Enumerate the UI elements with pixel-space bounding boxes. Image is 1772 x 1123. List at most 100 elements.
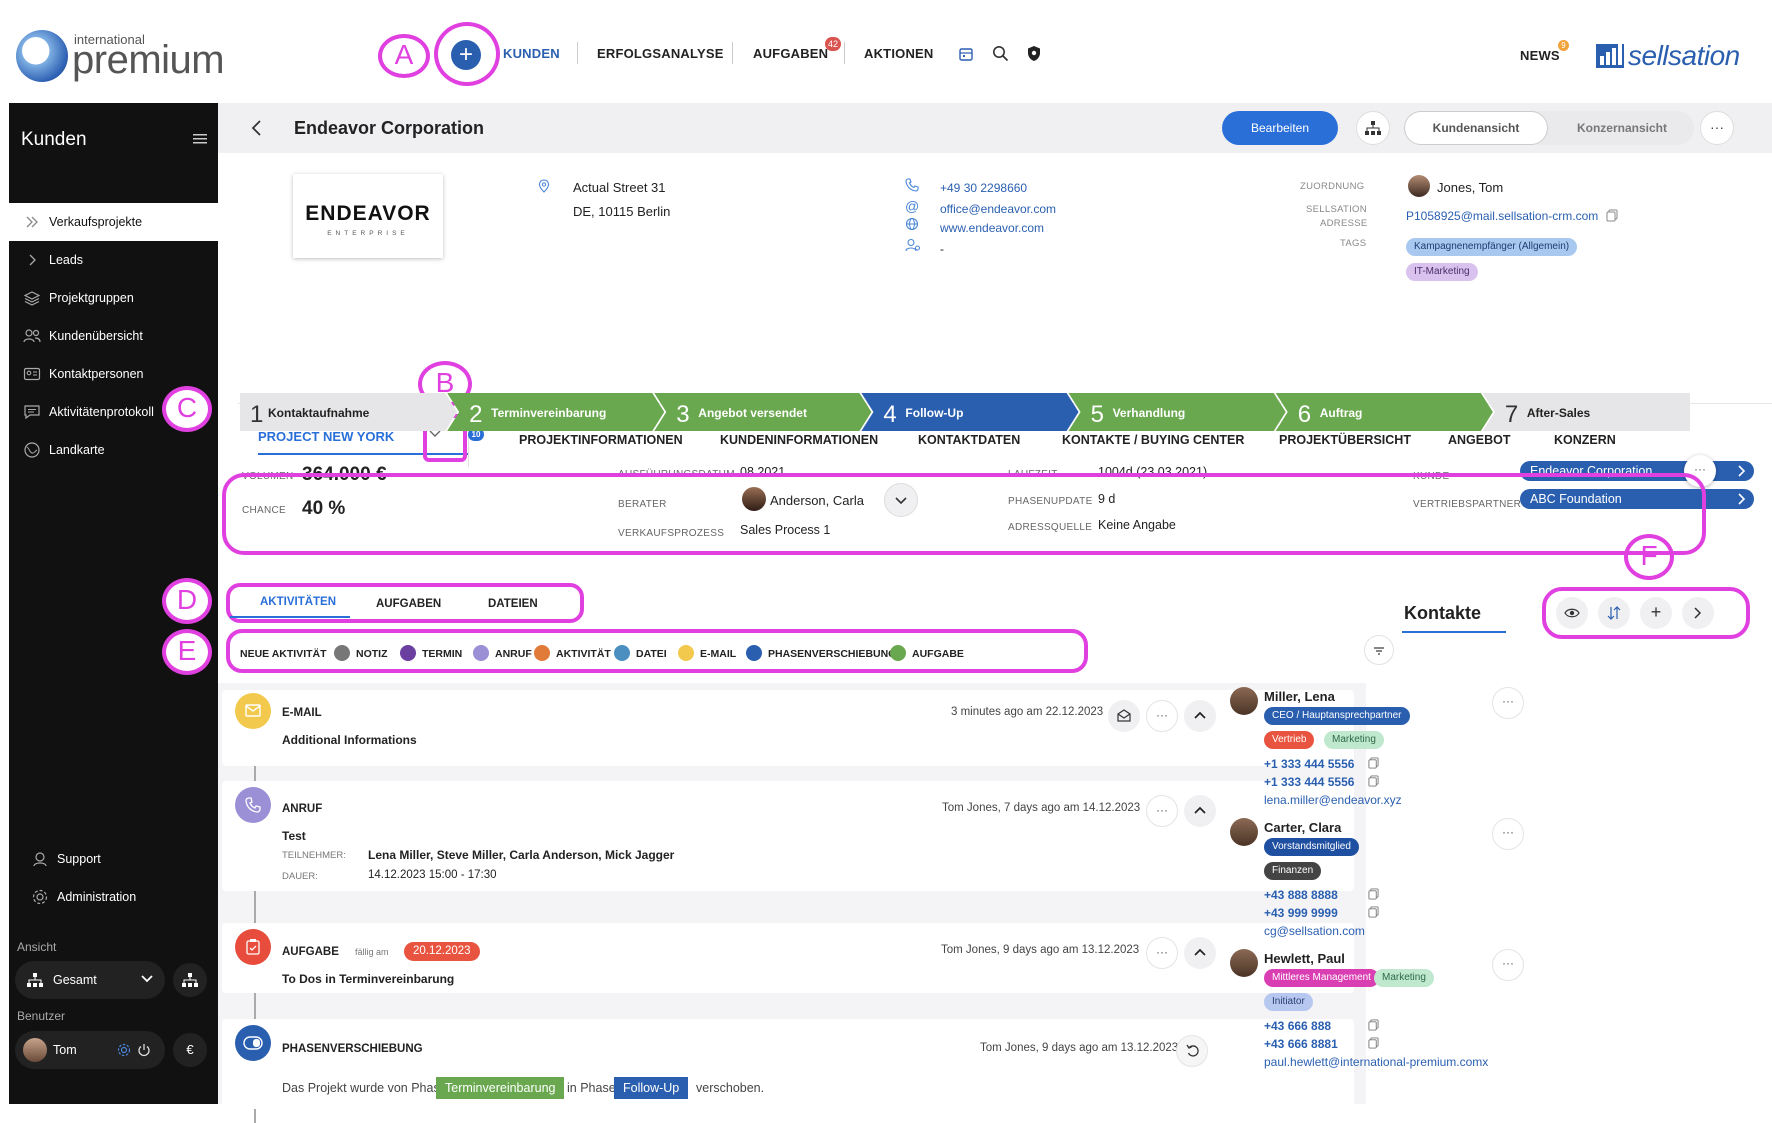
hamburger-icon[interactable]	[193, 133, 207, 145]
sidebar-item-leads[interactable]: Leads	[9, 241, 218, 279]
sidebar-item-projektgruppen[interactable]: Projektgruppen	[9, 279, 218, 317]
phase-step-label: Terminvereinbarung	[491, 406, 606, 420]
sidebar-item-verkaufsprojekte[interactable]: Verkaufsprojekte	[9, 203, 218, 241]
more-button[interactable]: ···	[1492, 687, 1524, 719]
ansicht-select[interactable]: Gesamt	[15, 961, 165, 999]
subtab-aktivitaeten[interactable]: AKTIVITÄTEN	[260, 596, 336, 608]
more-button[interactable]: ···	[1146, 795, 1178, 827]
collapse-button[interactable]	[1184, 795, 1216, 827]
collapse-button[interactable]	[1184, 700, 1216, 732]
kundenansicht-tab[interactable]: Kundenansicht	[1404, 111, 1548, 145]
phase-step[interactable]: 4 Follow-Up	[861, 393, 1079, 431]
nav-aufgaben[interactable]: AUFGABEN	[753, 46, 828, 61]
hierarchy-button[interactable]	[173, 963, 207, 997]
tab-konzern[interactable]: KONZERN	[1554, 433, 1616, 447]
phase-step[interactable]: 7 After-Sales	[1482, 393, 1690, 431]
calendar-icon[interactable]	[958, 46, 974, 62]
copy-icon[interactable]	[1368, 888, 1379, 900]
nav-kunden[interactable]: KUNDEN	[503, 46, 560, 61]
contact-name: Hewlett, Paul	[1264, 951, 1345, 966]
company-web[interactable]: www.endeavor.com	[940, 221, 1044, 235]
nav-aktionen[interactable]: AKTIONEN	[864, 46, 934, 61]
sellsation-label-1: SELLSATION	[1306, 204, 1367, 215]
filter-button[interactable]	[1364, 635, 1394, 665]
expand-contacts-button[interactable]	[1682, 597, 1714, 629]
tab-projektuebersicht[interactable]: PROJEKTÜBERSICHT	[1279, 433, 1411, 447]
company-phone[interactable]: +49 30 2298660	[940, 181, 1027, 195]
collapse-button[interactable]	[1184, 937, 1216, 969]
sort-button[interactable]	[1598, 597, 1630, 629]
sidebar-item-label: Kontaktpersonen	[49, 367, 144, 381]
contact-phone[interactable]: +43 888 8888	[1264, 888, 1338, 902]
contact-phone[interactable]: +43 999 9999	[1264, 906, 1338, 920]
zuordnung-label: ZUORDNUNG	[1300, 181, 1365, 192]
more-button[interactable]: ···	[1492, 818, 1524, 850]
subtab-dateien[interactable]: DATEIEN	[488, 598, 538, 610]
contact-phone[interactable]: +43 666 888	[1264, 1019, 1331, 1033]
brand-logo[interactable]: international premium	[16, 26, 226, 82]
chevron-right-icon	[23, 251, 41, 269]
tab-projektinformationen[interactable]: PROJEKTINFORMATIONEN	[519, 433, 683, 447]
nav-news[interactable]: NEWS	[1520, 48, 1560, 63]
back-icon[interactable]	[250, 119, 262, 137]
subtab-aufgaben[interactable]: AUFGABEN	[376, 598, 441, 610]
copy-icon[interactable]	[1368, 1037, 1379, 1049]
more-button[interactable]: ···	[1146, 700, 1178, 732]
phase-step[interactable]: 2 Terminvereinbarung	[447, 393, 665, 431]
contact-email[interactable]: cg@sellsation.com	[1264, 924, 1365, 938]
sellsation-email[interactable]: P1058925@mail.sellsation-crm.com	[1406, 209, 1598, 223]
copy-icon[interactable]	[1368, 775, 1379, 787]
contact-email[interactable]: lena.miller@endeavor.xyz	[1264, 793, 1402, 807]
user-select[interactable]: Tom	[15, 1031, 165, 1069]
contact-card-icon	[23, 365, 41, 383]
filter-chip-label: NOTIZ	[356, 648, 388, 660]
more-button[interactable]: ···	[1146, 937, 1178, 969]
gear-icon[interactable]	[117, 1043, 131, 1057]
copy-icon[interactable]	[1606, 209, 1618, 222]
copy-icon[interactable]	[1368, 1019, 1379, 1031]
tab-kontaktdaten[interactable]: KONTAKTDATEN	[918, 433, 1020, 447]
tab-angebot[interactable]: ANGEBOT	[1448, 433, 1511, 447]
nav-divider	[844, 42, 845, 64]
tab-project-new-york[interactable]: PROJECT NEW YORK	[258, 429, 394, 444]
currency-button[interactable]: €	[173, 1033, 207, 1067]
activity-type-icon	[678, 645, 694, 661]
phase-step[interactable]: 1 Kontaktaufnahme	[240, 393, 458, 431]
activity-email-card[interactable]	[222, 690, 1354, 766]
contact-email[interactable]: paul.hewlett@international-premium.comx	[1264, 1055, 1488, 1069]
tab-kundeninformationen[interactable]: KUNDENINFORMATIONEN	[720, 433, 878, 447]
phase-step[interactable]: 5 Verhandlung	[1068, 393, 1286, 431]
shield-icon[interactable]	[1026, 45, 1042, 62]
more-button[interactable]: ···	[1492, 949, 1524, 981]
contact-phone[interactable]: +1 333 444 5556	[1264, 757, 1354, 771]
callout-e: E	[177, 635, 197, 666]
add-button[interactable]: +	[451, 40, 481, 70]
sidebar-item-kundenuebersicht[interactable]: Kundenübersicht	[9, 317, 218, 355]
search-icon[interactable]	[992, 45, 1009, 62]
edit-button[interactable]: Bearbeiten	[1222, 111, 1338, 145]
contact-phone[interactable]: +1 333 444 5556	[1264, 775, 1354, 789]
hierarchy-button[interactable]	[1356, 111, 1390, 145]
copy-icon[interactable]	[1368, 906, 1379, 918]
teilnehmer-label: TEILNEHMER:	[282, 850, 346, 861]
undo-button[interactable]	[1176, 1035, 1208, 1067]
company-logo-sub: ENTERPRISE	[327, 230, 409, 237]
tab-kontakte-buying-center[interactable]: KONTAKTE / BUYING CENTER	[1062, 433, 1244, 447]
company-email[interactable]: office@endeavor.com	[940, 202, 1056, 216]
sidebar-item-support[interactable]: Support	[17, 840, 226, 878]
copy-icon[interactable]	[1368, 757, 1379, 769]
add-contact-button[interactable]: +	[1640, 597, 1672, 629]
nav-erfolgsanalyse[interactable]: ERFOLGSANALYSE	[597, 46, 724, 61]
power-icon[interactable]	[137, 1043, 151, 1057]
more-button[interactable]: ···	[1700, 111, 1734, 145]
phase-step[interactable]: 6 Auftrag	[1275, 393, 1493, 431]
nav-divider	[732, 42, 733, 64]
sidebar-item-landkarte[interactable]: Landkarte	[9, 431, 218, 469]
open-mail-button[interactable]	[1108, 700, 1140, 732]
sidebar-item-administration[interactable]: Administration	[17, 878, 226, 916]
konzernansicht-tab[interactable]: Konzernansicht	[1552, 111, 1692, 145]
phase-step[interactable]: 3 Angebot versendet	[654, 393, 872, 431]
contact-phone[interactable]: +43 666 8881	[1264, 1037, 1338, 1051]
eye-icon	[1564, 607, 1580, 619]
visibility-button[interactable]	[1556, 597, 1588, 629]
